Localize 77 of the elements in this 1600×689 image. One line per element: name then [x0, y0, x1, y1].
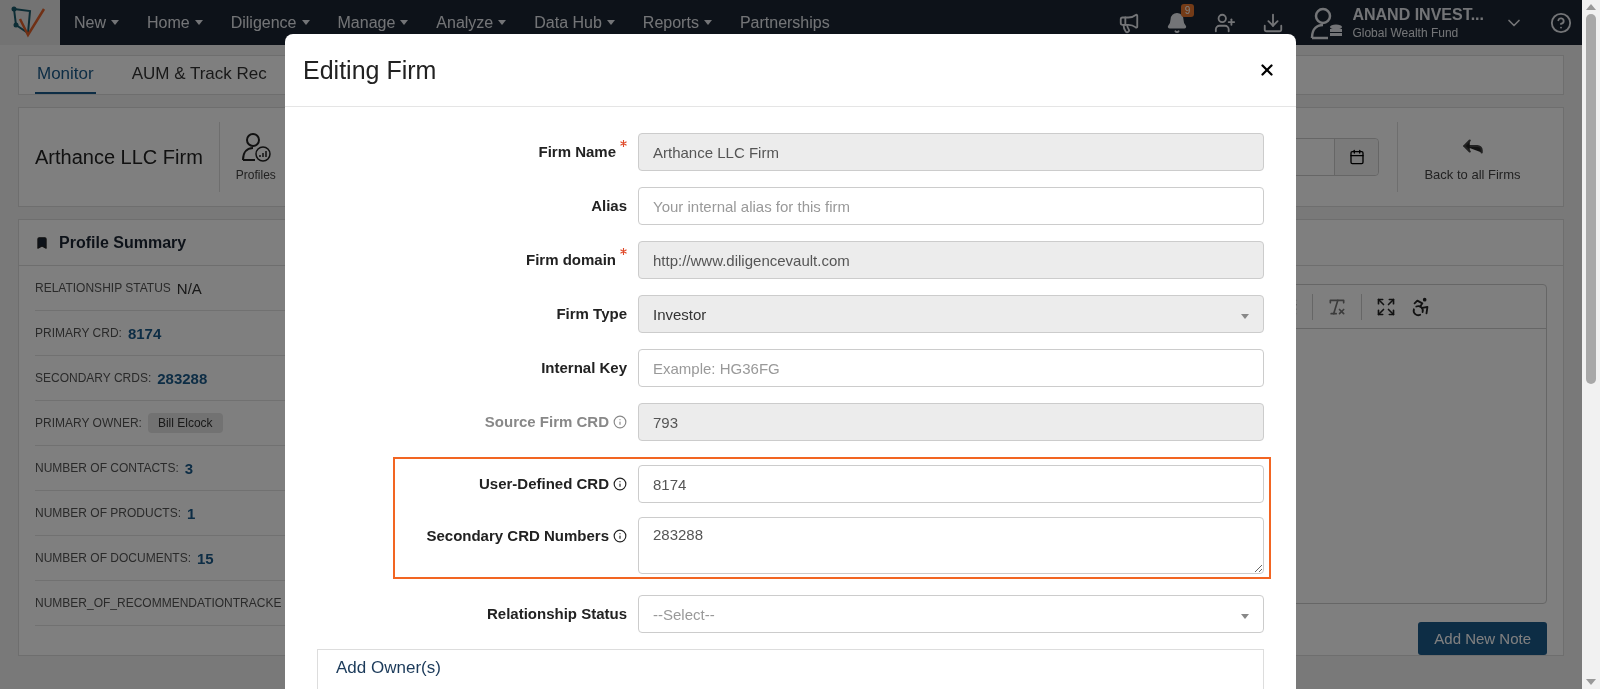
summary-label: NUMBER OF CONTACTS:: [35, 461, 179, 475]
info-icon[interactable]: [613, 528, 627, 543]
bookmark-icon: [35, 235, 49, 250]
caret-icon: [111, 20, 119, 25]
nav-menu-item[interactable]: Reports: [628, 13, 726, 32]
text-field[interactable]: Arthance LLC Firm: [638, 133, 1264, 171]
scroll-up-icon[interactable]: [1586, 4, 1596, 10]
field-label: Relationship Status: [486, 604, 627, 622]
caret-icon: [301, 20, 310, 25]
summary-label: PRIMARY OWNER:: [35, 416, 142, 430]
account-fund: Global Wealth Fund: [1352, 25, 1460, 40]
logo-icon[interactable]: [0, 0, 60, 45]
nav-menu-item[interactable]: New: [60, 13, 133, 32]
close-icon: [1258, 61, 1276, 79]
add-note-button[interactable]: Add New Note: [1418, 622, 1547, 655]
section-title: Add Owner(s): [336, 658, 441, 677]
summary-label: RELATIONSHIP STATUS: [35, 281, 171, 295]
text-field[interactable]: Your internal alias for this firm: [638, 187, 1264, 225]
text-field[interactable]: Example: HG36FG: [638, 349, 1264, 387]
field-label: Alias: [591, 196, 627, 214]
select-field[interactable]: --Select--: [638, 595, 1264, 633]
card-title: Profile Summary: [59, 233, 187, 252]
user-chart-icon: [240, 132, 271, 162]
scroll-down-icon[interactable]: [1586, 679, 1596, 685]
megaphone-icon[interactable]: [1118, 11, 1141, 34]
nav-menu-item[interactable]: Home: [133, 13, 217, 32]
page-tab[interactable]: Monitor: [35, 56, 96, 94]
info-icon[interactable]: [613, 476, 627, 491]
calendar-button[interactable]: [1334, 139, 1378, 175]
nav-menu-item[interactable]: Manage: [323, 13, 423, 32]
summary-label: NUMBER OF DOCUMENTS:: [35, 551, 191, 565]
field-label: Source Firm CRD: [484, 403, 627, 430]
summary-value: N/A: [176, 279, 202, 297]
help-icon[interactable]: [1550, 11, 1572, 34]
expand-icon[interactable]: [1376, 296, 1396, 317]
nav-menu-item[interactable]: Partnerships: [725, 13, 844, 32]
caret-icon: [1241, 614, 1249, 619]
profiles-link[interactable]: Profiles: [219, 132, 276, 182]
summary-link[interactable]: 8174: [127, 324, 162, 342]
caret-icon: [1241, 314, 1249, 319]
text-area[interactable]: 283288: [638, 517, 1264, 574]
field-label: Internal Key: [541, 358, 627, 376]
text-field[interactable]: http://www.diligencevault.com: [638, 241, 1264, 279]
summary-link[interactable]: 15: [197, 549, 214, 567]
field-label: Secondary CRD Numbers: [426, 517, 627, 544]
field-label: Firm Name: [538, 133, 627, 160]
select-field[interactable]: Investor: [638, 295, 1264, 333]
summary-label: NUMBER_OF_RECOMMENDATIONTRACKE: [35, 596, 282, 610]
user-plus-icon[interactable]: [1214, 11, 1237, 34]
field-label: Firm Type: [556, 304, 627, 322]
firm-name: Arthance LLC Firm: [35, 122, 220, 192]
field-label: Firm domain: [526, 241, 627, 268]
summary-label: NUMBER OF PRODUCTS:: [35, 506, 181, 520]
caret-icon: [194, 20, 203, 25]
nav-menu-item[interactable]: Data Hub: [520, 13, 629, 32]
nav-menu-item[interactable]: Diligence: [216, 13, 324, 32]
summary-label: SECONDARY CRDS:: [35, 371, 152, 385]
summary-label: PRIMARY CRD:: [35, 326, 122, 340]
user-coins-icon[interactable]: [1310, 5, 1345, 40]
caret-icon: [703, 20, 712, 25]
caret-icon: [498, 20, 507, 25]
calendar-icon: [1348, 149, 1365, 165]
summary-link[interactable]: 283288: [157, 369, 208, 387]
page-tab[interactable]: AUM & Track Rec: [129, 56, 269, 94]
account-name[interactable]: ANAND INVEST...: [1352, 5, 1484, 24]
notification-badge: 9: [1180, 3, 1195, 17]
text-field[interactable]: 8174: [638, 465, 1264, 503]
download-icon[interactable]: [1262, 11, 1285, 34]
dialog-title: Editing Firm: [303, 55, 437, 85]
owner-tag: Bill Elcock: [147, 413, 223, 433]
summary-link[interactable]: 1: [187, 504, 196, 522]
field-label: User-Defined CRD: [478, 465, 627, 492]
nav-menu-item[interactable]: Analyze: [422, 13, 521, 32]
caret-icon: [606, 20, 615, 25]
summary-link[interactable]: 3: [184, 459, 194, 477]
caret-icon: [400, 20, 409, 25]
back-link[interactable]: Back to all Firms: [1397, 122, 1547, 192]
